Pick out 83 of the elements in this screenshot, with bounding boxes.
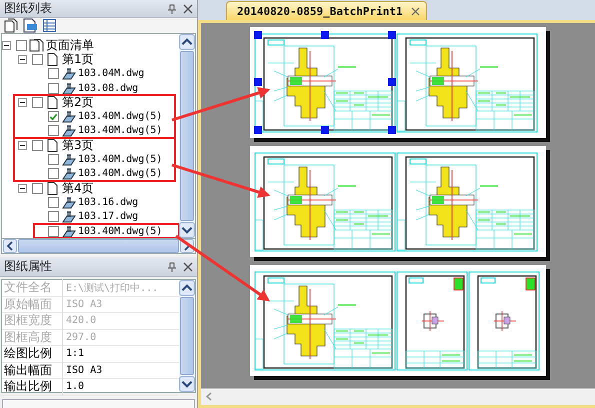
tree-item[interactable]: 第1页: [18, 52, 179, 67]
property-label: 原始幅面: [2, 296, 63, 313]
scroll-down-button[interactable]: [179, 376, 195, 392]
property-row[interactable]: 输出比例 1.0: [2, 379, 179, 396]
document-tab[interactable]: 20140820-0859_BatchPrint1: [226, 1, 427, 20]
close-icon[interactable]: [410, 6, 420, 16]
pin-icon[interactable]: [167, 262, 177, 272]
tree-item[interactable]: 103.40M.dwg(5): [34, 224, 179, 238]
checkbox[interactable]: [16, 40, 27, 51]
tree-item[interactable]: 第4页: [18, 180, 179, 196]
property-row[interactable]: 绘图比例 1:1: [2, 346, 179, 363]
pages-icon[interactable]: [4, 18, 19, 33]
pages-icon: [29, 38, 44, 52]
drawing-file-icon: [61, 210, 76, 224]
property-value: ISO A3: [65, 364, 102, 376]
drawing-file-icon: [61, 224, 76, 238]
scrollbar-thumb[interactable]: [18, 239, 179, 254]
collapse-icon[interactable]: [18, 98, 27, 107]
checkbox[interactable]: [48, 154, 59, 166]
tree-item[interactable]: 103.40M.dwg(5): [34, 124, 175, 138]
tree-item[interactable]: 103.16.dwg: [34, 195, 179, 210]
drawing-file-icon: [61, 196, 76, 209]
property-value: 1.0: [65, 381, 84, 392]
panel-title: 图纸列表: [4, 0, 53, 17]
page-icon: [45, 52, 60, 66]
drawing-file-icon: [61, 82, 76, 95]
pin-icon[interactable]: [167, 4, 177, 14]
collapse-icon[interactable]: [18, 140, 27, 150]
panel-title: 图纸属性: [4, 258, 53, 276]
checkbox[interactable]: [32, 96, 43, 108]
tree-item[interactable]: 103.40M.dwg(5): [34, 109, 175, 124]
checkbox[interactable]: [48, 168, 59, 180]
checkbox[interactable]: [48, 111, 59, 122]
property-label: 图框宽度: [2, 312, 63, 330]
scroll-up-button[interactable]: [179, 34, 195, 50]
scroll-down-button[interactable]: [179, 222, 195, 238]
tree-item[interactable]: 第3页: [18, 138, 175, 152]
drawing-file-icon: [61, 153, 76, 166]
drawing-file-icon: [61, 167, 76, 180]
tree-item[interactable]: 103.04M.dwg: [34, 66, 179, 81]
page-icon: [45, 182, 60, 195]
property-label: 图框高度: [2, 328, 63, 346]
close-icon[interactable]: [183, 262, 193, 272]
property-value: 297.0: [65, 332, 96, 343]
property-row[interactable]: 输出幅面 ISO A3: [2, 362, 179, 380]
checkbox[interactable]: [48, 82, 59, 94]
scrollbar-thumb[interactable]: [180, 51, 194, 222]
checkbox[interactable]: [48, 196, 59, 208]
tree-item[interactable]: 103.08.dwg: [34, 80, 179, 96]
scroll-left-button[interactable]: [2, 239, 18, 254]
checkbox[interactable]: [48, 68, 59, 80]
drawing-file-icon: [61, 124, 76, 138]
checkbox[interactable]: [32, 182, 43, 194]
property-value: E:\测试\打印中...: [65, 282, 158, 295]
tree-item[interactable]: 103.40M.dwg(5): [34, 152, 175, 167]
document-list-icon[interactable]: [23, 18, 38, 33]
property-label: 输出比例: [2, 378, 63, 396]
tree-item[interactable]: 103.17.dwg: [34, 210, 179, 224]
scroll-up-button[interactable]: [179, 280, 195, 296]
collapse-icon[interactable]: [18, 54, 27, 64]
drawing-file-icon: [61, 67, 76, 80]
property-label: 输出幅面: [2, 362, 63, 379]
checkbox[interactable]: [32, 54, 43, 65]
tree-item[interactable]: 第2页: [18, 95, 175, 110]
close-icon[interactable]: [183, 4, 193, 14]
scrollbar-thumb[interactable]: [180, 297, 194, 376]
page-icon: [45, 96, 60, 109]
checkbox[interactable]: [32, 140, 43, 151]
collapse-icon[interactable]: [18, 184, 27, 193]
property-value: ISO A3: [65, 298, 102, 310]
property-label: 文件全名: [2, 279, 63, 296]
checkbox[interactable]: [48, 211, 59, 222]
collapse-icon[interactable]: [2, 40, 11, 50]
property-label: 绘图比例: [2, 345, 63, 362]
table-icon[interactable]: [42, 18, 57, 33]
checkbox[interactable]: [48, 226, 59, 236]
checkbox[interactable]: [48, 125, 59, 136]
page-icon: [45, 138, 60, 152]
property-value: 420.0: [65, 315, 96, 326]
tree-item[interactable]: 103.40M.dwg(5): [34, 166, 175, 181]
tree-item[interactable]: 页面清单: [2, 38, 179, 52]
property-value: 1:1: [65, 348, 84, 360]
drawing-file-icon: [61, 110, 76, 124]
